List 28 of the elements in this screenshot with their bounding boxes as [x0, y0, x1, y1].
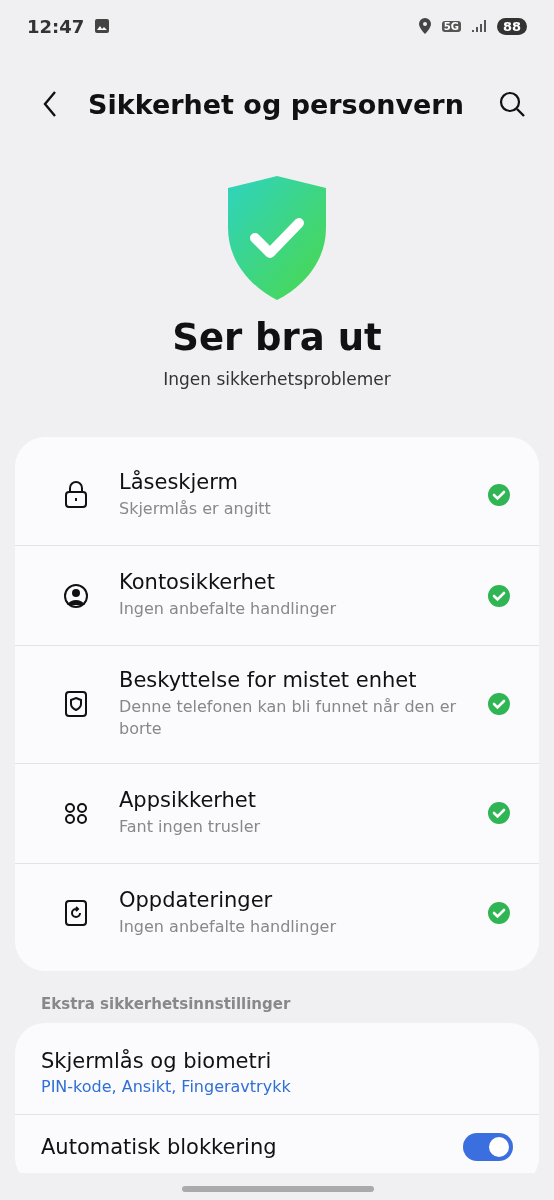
setting-title[interactable]: Automatisk blokkering: [41, 1134, 463, 1159]
image-icon: [94, 18, 111, 34]
item-title[interactable]: Beskyttelse for mistet enhet: [119, 668, 487, 692]
setting-value: PIN-kode, Ansikt, Fingeravtrykk: [41, 1076, 292, 1096]
battery-level: 88: [496, 17, 527, 35]
section-heading: Ekstra sikkerhetsinnstillinger: [41, 994, 292, 1013]
location-icon: [417, 17, 432, 35]
update-icon: [63, 899, 89, 928]
status-time: 12:47: [27, 15, 85, 37]
phone-shield-icon: [63, 690, 89, 719]
item-title[interactable]: Kontosikkerhet: [119, 570, 487, 595]
toggle-switch[interactable]: [463, 1132, 513, 1161]
lock-icon: [63, 481, 89, 509]
status-title: Ser bra ut: [172, 316, 382, 359]
item-subtitle: Skjermlås er angitt: [119, 497, 272, 520]
account-icon: [63, 581, 89, 610]
signal-icon: [470, 18, 487, 34]
page-title: Sikkerhet og personvern: [88, 88, 465, 120]
item-subtitle: Ingen anbefalte handlinger: [119, 916, 337, 939]
network-label: 5G: [441, 20, 461, 32]
item-title[interactable]: Oppdateringer: [119, 888, 487, 913]
item-title[interactable]: Låseskjerm: [119, 469, 487, 494]
setting-title[interactable]: Skjermlås og biometri: [41, 1048, 513, 1073]
item-subtitle: Ingen anbefalte handlinger: [119, 598, 337, 621]
item-subtitle: Denne telefonen kan bli funnet når den er borte: [119, 696, 458, 741]
item-subtitle: Fant ingen trusler: [119, 816, 262, 839]
item-title[interactable]: Appsikkerhet: [119, 788, 487, 813]
status-subtitle: Ingen sikkerhetsproblemer: [163, 369, 391, 389]
